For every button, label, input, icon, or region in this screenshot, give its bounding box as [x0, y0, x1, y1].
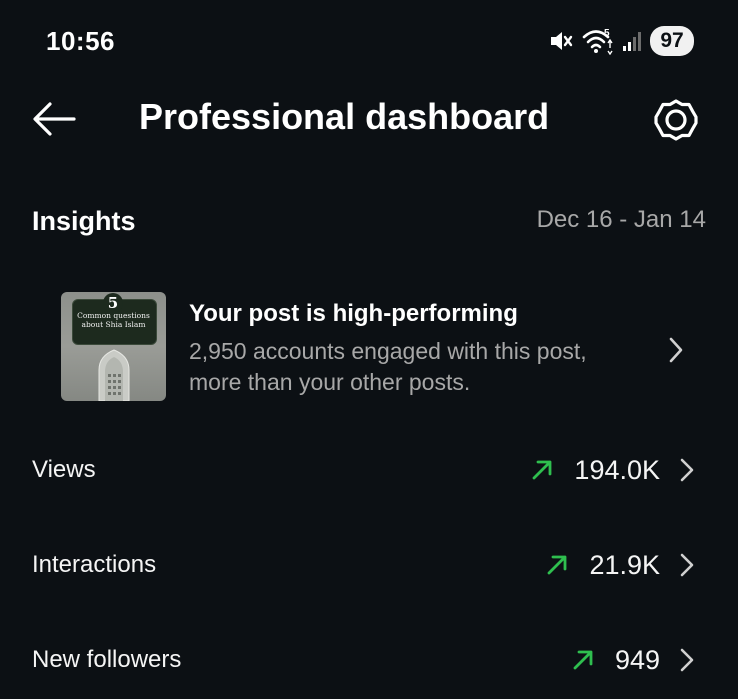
mute-icon	[548, 28, 574, 54]
trend-up-arrow-icon	[548, 555, 567, 575]
metric-value: 194.0K	[574, 454, 660, 485]
chevron-right-icon	[680, 458, 694, 482]
signal-icon	[622, 29, 642, 53]
battery-level: 97	[650, 26, 694, 56]
status-time: 10:56	[46, 26, 115, 56]
arch-window-icon	[98, 349, 130, 401]
metric-row-interactions[interactable]: Interactions 21.9K	[0, 533, 738, 597]
metric-value: 949	[614, 644, 660, 675]
wifi-band-label: 5	[604, 28, 610, 39]
metric-row-views[interactable]: Views 194.0K	[0, 438, 738, 502]
insights-title: Insights	[32, 206, 136, 236]
wifi-icon: 5	[582, 27, 614, 55]
metric-label: Interactions	[32, 551, 157, 578]
settings-gear-icon	[654, 99, 698, 141]
metric-label: Views	[32, 456, 96, 483]
trend-up-arrow-icon	[533, 460, 552, 480]
post-description: 2,950 accounts engaged with this post, m…	[189, 338, 587, 395]
settings-button[interactable]	[652, 96, 700, 144]
page-title: Professional dashboard	[139, 96, 550, 137]
metric-row-new-followers[interactable]: New followers 949	[0, 628, 738, 692]
thumbnail-number: 5	[103, 293, 123, 313]
date-range[interactable]: Dec 16 - Jan 14	[537, 206, 706, 234]
metric-value: 21.9K	[589, 549, 660, 580]
high-performing-post-card[interactable]: 5 Common questions about Shia Islam Your…	[0, 280, 738, 416]
chevron-right-icon	[680, 553, 694, 577]
chevron-right-icon	[680, 648, 694, 672]
chevron-right-icon	[669, 337, 683, 363]
header: Professional dashboard	[0, 88, 738, 150]
back-arrow-icon	[33, 102, 76, 136]
dashboard-screen: 10:56 5 97 Professional dashboard Insigh…	[0, 0, 738, 699]
trend-up-arrow-icon	[573, 650, 593, 670]
thumbnail-caption: Common questions about Shia Islam	[77, 311, 150, 329]
status-icons: 5 97	[548, 24, 694, 58]
metric-value-group: 949	[571, 642, 696, 678]
metric-value-group: 194.0K	[530, 452, 696, 488]
metric-value-group: 21.9K	[545, 547, 696, 583]
post-heading: Your post is high-performing	[189, 300, 518, 327]
back-button[interactable]	[28, 98, 80, 140]
post-thumbnail: 5 Common questions about Shia Islam	[61, 292, 166, 401]
metric-label: New followers	[32, 646, 182, 673]
